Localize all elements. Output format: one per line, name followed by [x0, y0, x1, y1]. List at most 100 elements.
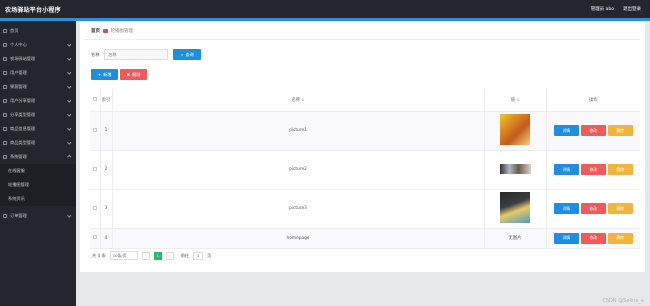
header-image[interactable]: 值 ⇅ [484, 89, 547, 112]
row-name: homepage [112, 228, 485, 249]
logout-link[interactable]: 退出登录 [623, 6, 641, 12]
edit-button[interactable]: 修改 [580, 164, 606, 175]
breadcrumb-home[interactable]: 首页 [91, 28, 100, 34]
header-ops: 操作 [546, 89, 640, 112]
app-title: 农场驿站平台小程序 [5, 6, 61, 14]
sidebar-item-label: 订单管理 [10, 213, 27, 218]
sidebar-subitem-news[interactable]: 系统资讯 [0, 192, 76, 206]
admin-label: 管理员 abo [590, 7, 614, 12]
sidebar-item-label: 果蔬管理 [10, 84, 27, 89]
chevron-down-icon [66, 70, 71, 75]
view-button-label: 详情 [562, 235, 571, 240]
row-name: picture2 [112, 150, 485, 190]
sidebar-item-label: 分享类型管理 [10, 112, 36, 117]
edit-button[interactable]: 修改 [580, 203, 606, 214]
row-index: 4 [100, 228, 113, 249]
edit-button-label: 修改 [589, 205, 598, 211]
header-name-label: 名称 [291, 97, 301, 103]
breadcrumb-current: 轮播图管理 [110, 29, 134, 34]
row-checkbox[interactable] [92, 127, 97, 132]
sidebar-item-goods-type[interactable]: 商品类型管理 [0, 136, 76, 150]
sidebar-item-farm[interactable]: 农场驿站管理 [0, 52, 76, 66]
watermark: CSDN @Seline_a [602, 298, 644, 304]
chevron-down-icon [66, 112, 71, 117]
edit-button[interactable]: 修改 [580, 232, 606, 244]
chevron-down-icon [66, 98, 71, 103]
menu-icon [3, 57, 7, 61]
row-delete-button[interactable]: 删除 [607, 203, 633, 214]
add-button[interactable]: + 新增 [91, 69, 118, 80]
row-checkbox[interactable] [92, 235, 97, 239]
chevron-down-icon [66, 84, 71, 89]
view-button[interactable]: 详情 [553, 203, 579, 214]
sidebar-item-system[interactable]: 系统管理 [0, 150, 76, 164]
total-count: 共 4 条 [92, 252, 106, 258]
view-button[interactable]: 详情 [553, 125, 579, 136]
sidebar-item-label: 用户分享管理 [10, 98, 36, 103]
checkbox[interactable] [92, 96, 97, 101]
row-checkbox[interactable] [92, 205, 97, 210]
row-name: picture3 [112, 189, 485, 229]
sidebar-item-profile[interactable]: 个人中心 [0, 38, 76, 52]
chevron-down-icon [66, 140, 71, 145]
delete-button[interactable]: ✖ 删除 [120, 69, 147, 80]
view-button[interactable]: 详情 [553, 164, 579, 175]
menu-icon [3, 127, 7, 131]
row-index: 3 [100, 189, 113, 229]
sidebar-item-produce[interactable]: 果蔬管理 [0, 80, 76, 94]
search-input[interactable] [104, 49, 169, 60]
sort-icon: ⇅ [516, 97, 520, 102]
sidebar-item-label: 首页 [10, 28, 19, 33]
home-icon [3, 29, 7, 33]
row-delete-button[interactable]: 删除 [607, 125, 633, 136]
row-delete-button-label: 删除 [616, 205, 625, 211]
page-number[interactable]: 1 [153, 251, 162, 260]
row-delete-button-label: 删除 [616, 166, 625, 172]
edit-button[interactable]: 修改 [580, 125, 606, 136]
header-name[interactable]: 名称 ⇅ [112, 89, 485, 112]
menu-icon [3, 155, 7, 159]
next-page-button[interactable]: › [165, 251, 174, 260]
sidebar-item-home[interactable]: 首页 [0, 24, 76, 38]
query-button[interactable]: ⌕ 查询 [173, 49, 202, 60]
view-button[interactable]: 详情 [553, 232, 579, 244]
header-index: 索引 [100, 89, 113, 112]
row-delete-button[interactable]: 删除 [607, 232, 633, 244]
add-button-label: 新增 [103, 71, 112, 77]
sidebar-item-share-type[interactable]: 分享类型管理 [0, 108, 76, 122]
sidebar-item-orders[interactable]: 订单管理 [0, 209, 76, 223]
view-button-label: 详情 [562, 205, 571, 211]
sidebar-item-user-share[interactable]: 用户分享管理 [0, 94, 76, 108]
query-button-label: 查询 [185, 51, 194, 57]
sidebar-item-users[interactable]: 用户管理 [0, 66, 76, 80]
chevron-down-icon [66, 126, 71, 131]
sidebar-subitem-carousel[interactable]: 轮播图管理 [0, 178, 76, 192]
row-thumbnail [500, 192, 530, 223]
table-row: 2 picture2 详情 修改 删除 [90, 150, 640, 190]
sidebar-item-goods[interactable]: 商品信息管理 [0, 122, 76, 136]
row-thumbnail [499, 163, 531, 174]
row-index: 2 [100, 150, 113, 190]
header-select-all[interactable] [90, 89, 101, 112]
top-accent-line [0, 18, 650, 21]
view-button-label: 详情 [562, 166, 571, 172]
breadcrumb: 首页 轮播图管理 [91, 28, 133, 34]
sidebar-subitem-label: 在线客服 [8, 168, 25, 173]
prev-page-button[interactable]: ‹ [141, 251, 150, 260]
user-icon [3, 43, 7, 47]
sidebar-item-label: 系统管理 [10, 154, 27, 159]
sidebar-subitem-label: 轮播图管理 [8, 182, 29, 187]
sidebar: 首页 个人中心 农场驿站管理 用户管理 果蔬管理 用户分享管理 分享类型管理 商… [0, 21, 76, 306]
row-no-image: 无图片 [484, 228, 547, 249]
sidebar-item-label: 商品信息管理 [10, 126, 36, 131]
menu-icon [3, 141, 7, 145]
sidebar-subitem-service[interactable]: 在线客服 [0, 164, 76, 178]
page-size-select[interactable]: 10条/页 [109, 251, 138, 260]
search-label: 名称 [91, 51, 100, 57]
goto-page-input[interactable]: 1 [193, 251, 204, 260]
row-delete-button[interactable]: 删除 [607, 164, 633, 175]
table-row: 1 picture1 详情 修改 删除 [90, 111, 640, 151]
edit-button-label: 修改 [589, 235, 598, 240]
breadcrumb-separator-icon [103, 28, 108, 34]
row-checkbox[interactable] [92, 166, 97, 171]
